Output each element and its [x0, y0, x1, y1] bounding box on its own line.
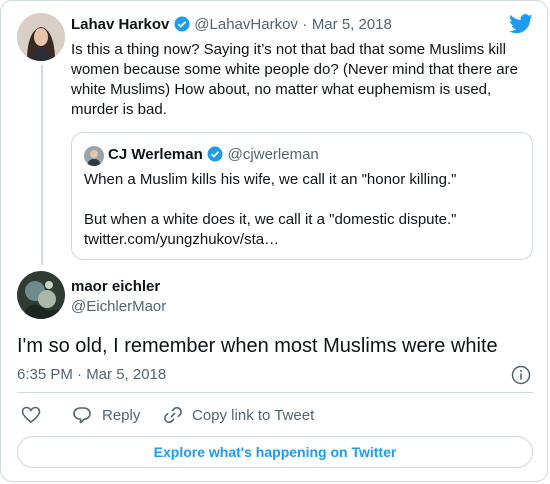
quoted-tweet-link[interactable]: twitter.com/yungzhukov/sta… [84, 230, 524, 250]
tweet-date[interactable]: Mar 5, 2018 [312, 16, 392, 33]
author-handle[interactable]: @EichlerMaor [71, 298, 166, 315]
parent-tweet-header: Lahav Harkov @LahavHarkov · Mar 5, 2018 [71, 16, 392, 34]
main-tweet-text: I'm so old, I remember when most Muslims… [17, 335, 498, 357]
avatar [84, 146, 104, 166]
quoted-tweet-header: CJ Werleman @cjwerleman [108, 146, 319, 164]
tweet-embed-card: Lahav Harkov @LahavHarkov · Mar 5, 2018 … [0, 0, 548, 482]
quoted-tweet-line-2: But when a white does it, we call it a "… [84, 211, 457, 228]
quoted-tweet[interactable]: CJ Werleman @cjwerleman When a Muslim ki… [71, 132, 533, 260]
author-handle[interactable]: @LahavHarkov [194, 16, 298, 33]
reply-button[interactable]: Reply [72, 405, 140, 425]
info-icon[interactable] [511, 365, 531, 385]
verified-badge-icon [174, 16, 190, 32]
avatar[interactable] [17, 13, 65, 61]
divider [17, 392, 533, 393]
explore-twitter-button[interactable]: Explore what's happening on Twitter [17, 436, 533, 468]
author-name: CJ Werleman [108, 146, 203, 163]
parent-tweet-text: Is this a thing now? Saying it’s not tha… [71, 41, 518, 118]
like-button[interactable] [21, 405, 41, 425]
author-name[interactable]: Lahav Harkov [71, 16, 169, 33]
avatar[interactable] [17, 271, 65, 319]
twitter-logo-icon[interactable] [509, 14, 533, 34]
link-icon [163, 405, 183, 425]
explore-twitter-label: Explore what's happening on Twitter [153, 444, 397, 460]
verified-badge-icon [207, 146, 223, 162]
author-name[interactable]: maor eichler [71, 278, 160, 295]
copy-link-label: Copy link to Tweet [192, 406, 315, 424]
reply-icon [72, 405, 92, 425]
reply-label: Reply [102, 406, 141, 424]
separator: · [302, 16, 308, 33]
tweet-timestamp[interactable]: 6:35 PM · Mar 5, 2018 [17, 366, 166, 383]
heart-icon [21, 406, 41, 424]
quoted-tweet-line-1: When a Muslim kills his wife, we call it… [84, 171, 457, 188]
author-handle: @cjwerleman [227, 146, 319, 163]
copy-link-button[interactable]: Copy link to Tweet [163, 405, 314, 425]
thread-connector-line [41, 65, 43, 265]
